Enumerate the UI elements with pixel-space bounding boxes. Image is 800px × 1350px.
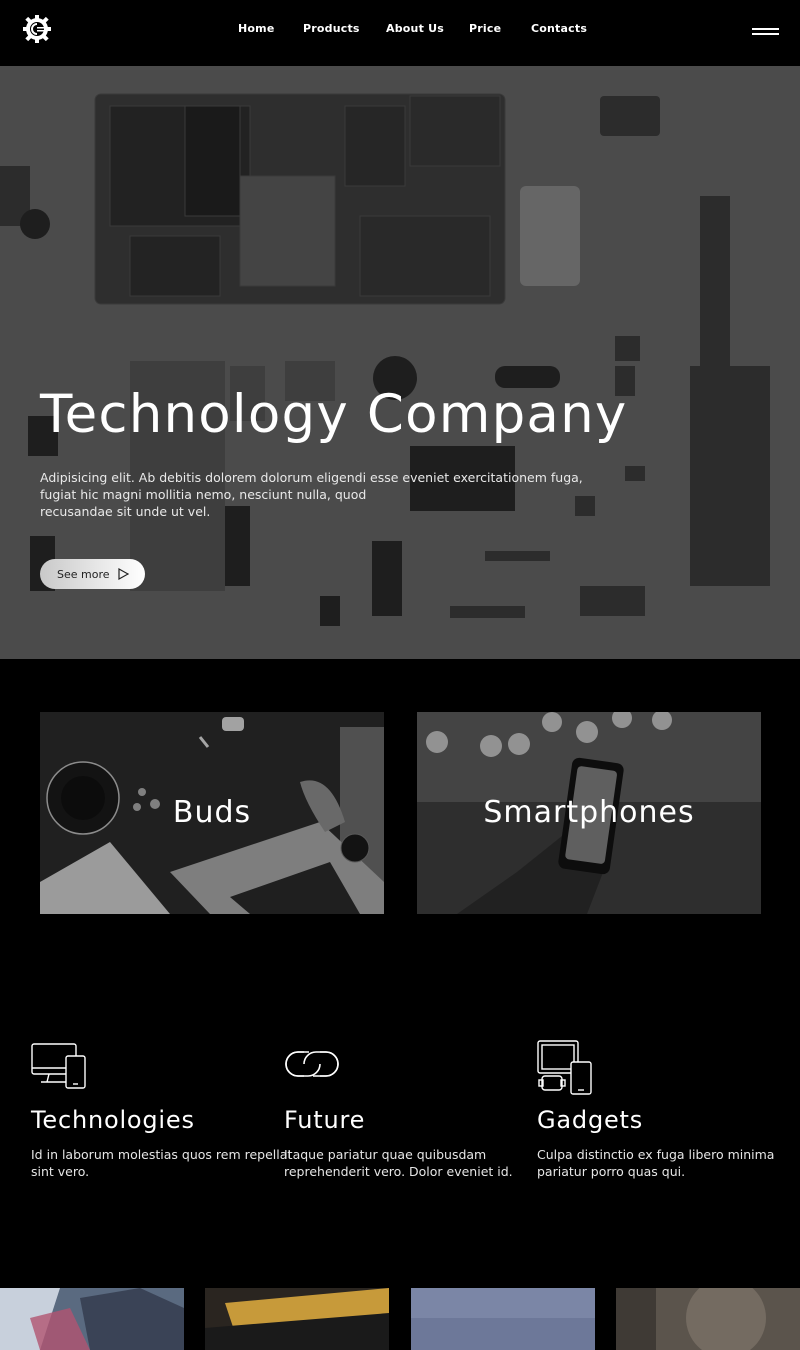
site-header: Home Products About Us Price Contacts (0, 0, 800, 66)
category-label-smartphones: Smartphones (483, 795, 695, 830)
feature-description: Id in laborum molestias quos rem repella… (31, 1146, 293, 1180)
gallery-image-4[interactable] (616, 1288, 800, 1350)
hero-title: Technology Company (40, 384, 628, 445)
feature-description-line: Itaque pariatur quae quibusdam (284, 1147, 487, 1162)
feature-description-line: Id in laborum molestias quos rem repella… (31, 1147, 293, 1162)
desktop-and-phone-icon (31, 1043, 86, 1089)
hero-description-line: fugiat hic magni mollitia nemo, nesciunt… (40, 487, 367, 502)
play-triangle-icon (118, 568, 129, 580)
feature-description-line: pariatur porro quas qui. (537, 1164, 686, 1179)
feature-description-line: Culpa distinctio ex fuga libero minima (537, 1147, 775, 1162)
gallery-image-3[interactable] (411, 1288, 595, 1350)
feature-description: Itaque pariatur quae quibusdam reprehend… (284, 1146, 524, 1180)
link-chain-icon (285, 1051, 339, 1077)
feature-title: Gadgets (537, 1106, 644, 1134)
gallery-image-2[interactable] (205, 1288, 389, 1350)
nav-price[interactable]: Price (469, 22, 501, 35)
see-more-label: See more (57, 567, 110, 581)
feature-description-line: reprehenderit vero. Dolor eveniet id. (284, 1164, 513, 1179)
nav-contacts[interactable]: Contacts (531, 22, 587, 35)
feature-description: Culpa distinctio ex fuga libero minima p… (537, 1146, 777, 1180)
feature-description-line: sint vero. (31, 1164, 90, 1179)
hamburger-menu-icon[interactable] (752, 27, 779, 37)
devices-icon (537, 1040, 592, 1095)
nav-products[interactable]: Products (303, 22, 360, 35)
main-nav: Home Products About Us Price Contacts (0, 22, 800, 38)
category-card-smartphones[interactable]: Smartphones (417, 712, 761, 914)
hero-description-line: Adipisicing elit. Ab debitis dolorem dol… (40, 470, 583, 485)
category-label-buds: Buds (172, 795, 252, 830)
hero-description: Adipisicing elit. Ab debitis dolorem dol… (40, 469, 583, 520)
feature-title: Technologies (31, 1106, 195, 1134)
hero-section: Technology Company Adipisicing elit. Ab … (0, 66, 800, 659)
gallery-image-1[interactable] (0, 1288, 184, 1350)
see-more-button[interactable]: See more (40, 559, 145, 589)
category-card-buds[interactable]: Buds (40, 712, 384, 914)
hero-description-line: recusandae sit unde ut vel. (40, 504, 211, 519)
nav-home[interactable]: Home (238, 22, 275, 35)
nav-about-us[interactable]: About Us (386, 22, 444, 35)
feature-title: Future (284, 1106, 366, 1134)
